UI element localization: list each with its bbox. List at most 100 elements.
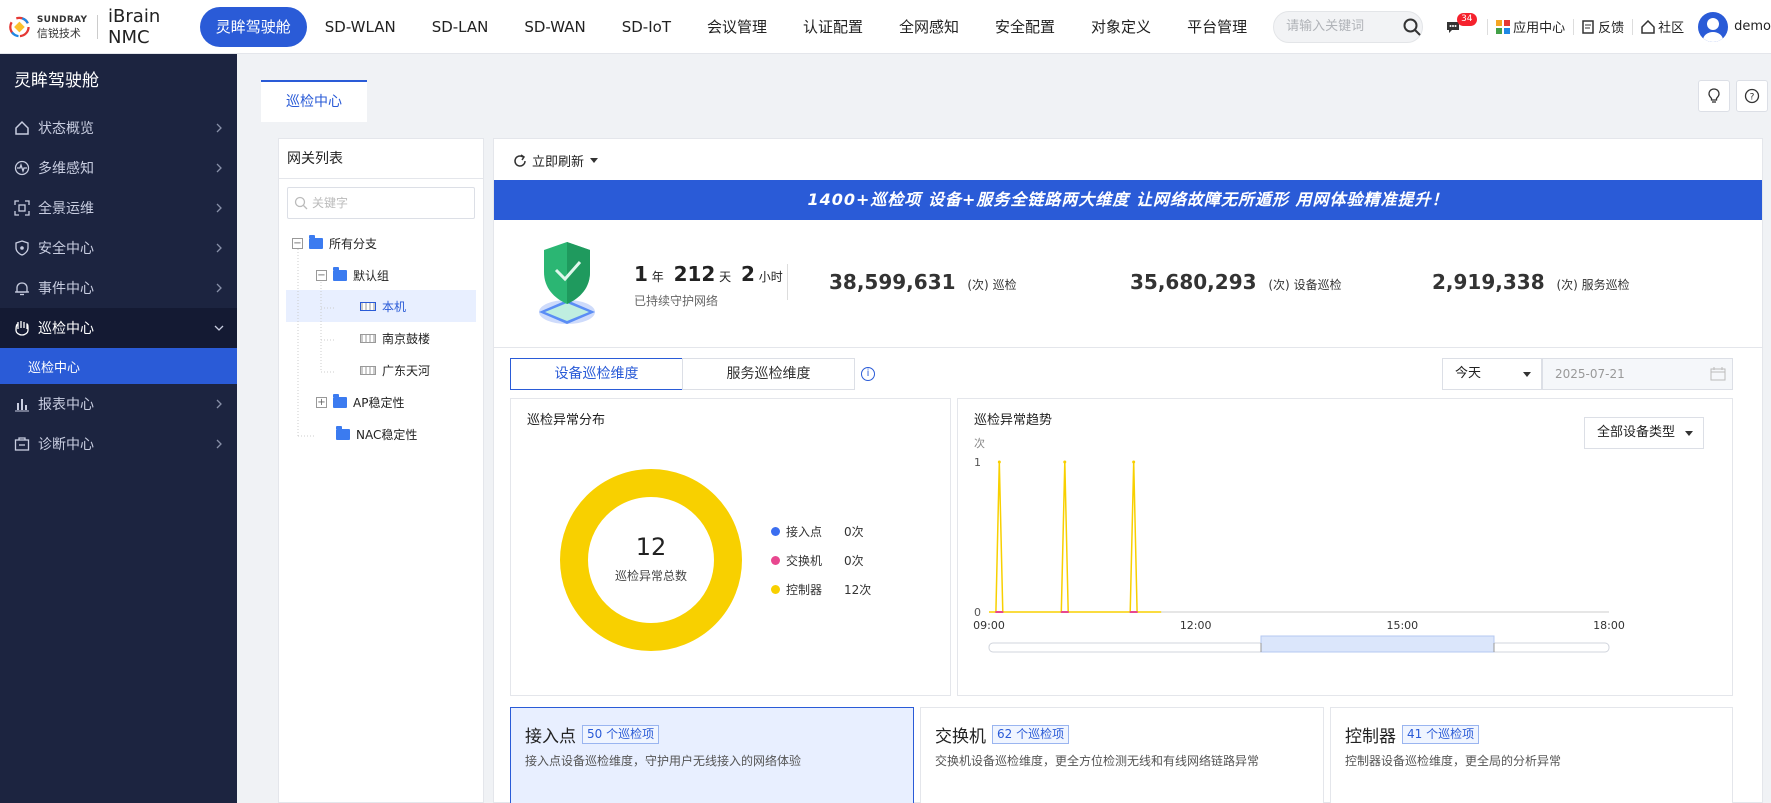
sidebar-item-label: 状态概览 <box>38 121 94 137</box>
feedback-link[interactable]: 反馈 <box>1582 17 1624 36</box>
app-center-label: 应用中心 <box>1513 21 1566 36</box>
nav-network-perception[interactable]: 全网感知 <box>881 7 977 47</box>
stat-device-inspections: 35,680,293 (次) 设备巡检 <box>1130 270 1342 294</box>
device-card-controller[interactable]: 控制器 41 个巡检项 控制器设备巡检维度，更全局的分析异常 <box>1330 707 1733 803</box>
legend-dot <box>771 527 780 536</box>
uptime-caption: 已持续守护网络 <box>634 294 719 308</box>
tree-node-nanjing[interactable]: 南京鼓楼 <box>360 322 430 354</box>
global-search-input[interactable] <box>1286 19 1397 34</box>
global-search[interactable] <box>1273 10 1424 43</box>
community-label: 社区 <box>1658 21 1685 36</box>
legend-item-ap[interactable]: 接入点 0次 <box>771 523 864 540</box>
sidebar-item-events[interactable]: 事件中心 <box>0 268 237 308</box>
x-tick-label: 18:00 <box>1593 619 1625 632</box>
caret-down-icon[interactable] <box>590 158 599 163</box>
period-select-value: 今天 <box>1455 366 1482 381</box>
info-icon[interactable]: i <box>861 367 875 381</box>
refresh-button[interactable]: 立即刷新 <box>512 151 599 170</box>
tree-node-label: AP稳定性 <box>353 395 405 410</box>
expand-toggle[interactable]: + <box>316 396 327 408</box>
tree-node-label: 本机 <box>382 299 407 314</box>
device-card-switch[interactable]: 交换机 62 个巡检项 交换机设备巡检维度，更全方位检测无线和有线网络链路异常 <box>920 707 1324 803</box>
nav-security[interactable]: 安全配置 <box>977 7 1073 47</box>
search-icon[interactable] <box>1402 17 1422 37</box>
tree-node-local[interactable]: 本机 <box>360 290 406 322</box>
sidebar-item-label: 安全中心 <box>38 241 94 257</box>
divider <box>1632 18 1634 35</box>
nav-meeting[interactable]: 会议管理 <box>689 7 785 47</box>
zoom-slider-window[interactable] <box>1260 635 1495 653</box>
legend-label: 控制器 <box>786 583 823 597</box>
legend-item-controller[interactable]: 控制器 12次 <box>771 581 871 598</box>
legend-item-switch[interactable]: 交换机 0次 <box>771 552 864 569</box>
nav-sd-lan[interactable]: SD-LAN <box>414 7 507 47</box>
nav-sd-iot[interactable]: SD-IoT <box>604 7 689 47</box>
user-name[interactable]: demo <box>1734 19 1771 34</box>
nav-platform[interactable]: 平台管理 <box>1169 7 1265 47</box>
uptime-block: 1 年 212 天 2 小时 已持续守护网络 <box>634 262 783 309</box>
page-tab-bar: 巡检中心 ? <box>237 54 1771 122</box>
trend-point[interactable] <box>997 460 1001 464</box>
trend-series-line[interactable] <box>989 461 1162 613</box>
sidebar-item-label: 多维感知 <box>38 161 94 177</box>
period-select[interactable]: 今天 <box>1442 358 1542 390</box>
inspection-main-panel: 立即刷新 1400+巡检项 设备+服务全链路两大维度 让网络故障无所遁形 用网体… <box>493 138 1763 803</box>
tips-button[interactable] <box>1698 80 1730 112</box>
nav-sd-wan[interactable]: SD-WAN <box>506 7 603 47</box>
sidebar-item-inspection[interactable]: 巡检中心 <box>0 308 237 348</box>
nav-auth[interactable]: 认证配置 <box>785 7 881 47</box>
folder-icon <box>309 234 323 249</box>
trend-point[interactable] <box>1063 460 1067 464</box>
feedback-icon <box>1582 19 1594 34</box>
tree-node-ap-stability[interactable]: + AP稳定性 <box>316 386 404 418</box>
product-name: iBrain NMC <box>108 5 161 48</box>
tab-service-dimension[interactable]: 服务巡检维度 <box>682 358 855 390</box>
tree-node-all-branches[interactable]: − 所有分支 <box>292 227 377 259</box>
shield-guard-icon <box>539 242 595 324</box>
brand-logo[interactable]: SUNDRAY 信锐技术 iBrain NMC <box>0 0 184 54</box>
device-card-ap[interactable]: 接入点 50 个巡检项 接入点设备巡检维度，守护用户无线接入的网络体验 <box>510 707 914 803</box>
app-center-link[interactable]: 应用中心 <box>1496 17 1565 36</box>
feedback-label: 反馈 <box>1598 21 1625 36</box>
sidebar-item-label: 报表中心 <box>38 397 94 413</box>
x-tick-label: 15:00 <box>1386 619 1418 632</box>
chevron-down-icon <box>214 325 224 331</box>
community-link[interactable]: 社区 <box>1641 17 1684 36</box>
help-button[interactable]: ? <box>1736 80 1768 112</box>
tree-node-guangdong[interactable]: 广东天河 <box>360 354 430 386</box>
sidebar-subitem-inspection-center[interactable]: 巡检中心 <box>0 348 237 384</box>
device-card-desc: 接入点设备巡检维度，守护用户无线接入的网络体验 <box>525 754 802 768</box>
anomaly-distribution-card: 巡检异常分布 12 巡检异常总数 接入点 0次 交换机 0次 控制器 12次 <box>510 398 951 696</box>
folder-icon <box>333 393 347 408</box>
sidebar-item-diagnose[interactable]: 诊断中心 <box>0 424 237 464</box>
collapse-toggle[interactable]: − <box>316 269 327 281</box>
nav-objects[interactable]: 对象定义 <box>1073 7 1169 47</box>
donut-total-value: 12 <box>635 533 667 561</box>
tree-node-nac-stability[interactable]: NAC稳定性 <box>336 418 417 450</box>
sidebar-item-status[interactable]: 状态概览 <box>0 108 237 148</box>
nav-cockpit[interactable]: 灵眸驾驶舱 <box>199 6 307 47</box>
tree-node-label: 默认组 <box>353 268 390 283</box>
date-picker[interactable]: 2025-07-21 <box>1542 358 1733 390</box>
device-card-tag: 50 个巡检项 <box>582 725 660 744</box>
uptime-days: 212 <box>673 262 716 286</box>
sidebar-item-label: 事件中心 <box>38 281 94 297</box>
tab-device-dimension[interactable]: 设备巡检维度 <box>510 358 683 390</box>
collapse-toggle[interactable]: − <box>292 237 303 249</box>
trend-point[interactable] <box>1132 460 1136 464</box>
tab-inspection-center[interactable]: 巡检中心 <box>261 80 367 122</box>
tree-node-default-group[interactable]: − 默认组 <box>316 259 389 291</box>
user-avatar[interactable] <box>1698 11 1729 42</box>
sidebar-item-reports[interactable]: 报表中心 <box>0 384 237 424</box>
stat-value: 35,680,293 <box>1130 270 1257 294</box>
sidebar-item-security[interactable]: 安全中心 <box>0 228 237 268</box>
uptime-days-unit: 天 <box>719 270 732 284</box>
nav-sd-wlan[interactable]: SD-WLAN <box>307 7 414 47</box>
bell-icon <box>15 282 29 296</box>
tree-node-label: 南京鼓楼 <box>382 331 431 346</box>
uptime-years: 1 <box>634 262 648 286</box>
sidebar-item-perception[interactable]: 多维感知 <box>0 148 237 188</box>
messages-button[interactable]: 34 <box>1445 12 1477 35</box>
lightbulb-icon <box>1708 88 1720 103</box>
sidebar-item-ops[interactable]: 全景运维 <box>0 188 237 228</box>
